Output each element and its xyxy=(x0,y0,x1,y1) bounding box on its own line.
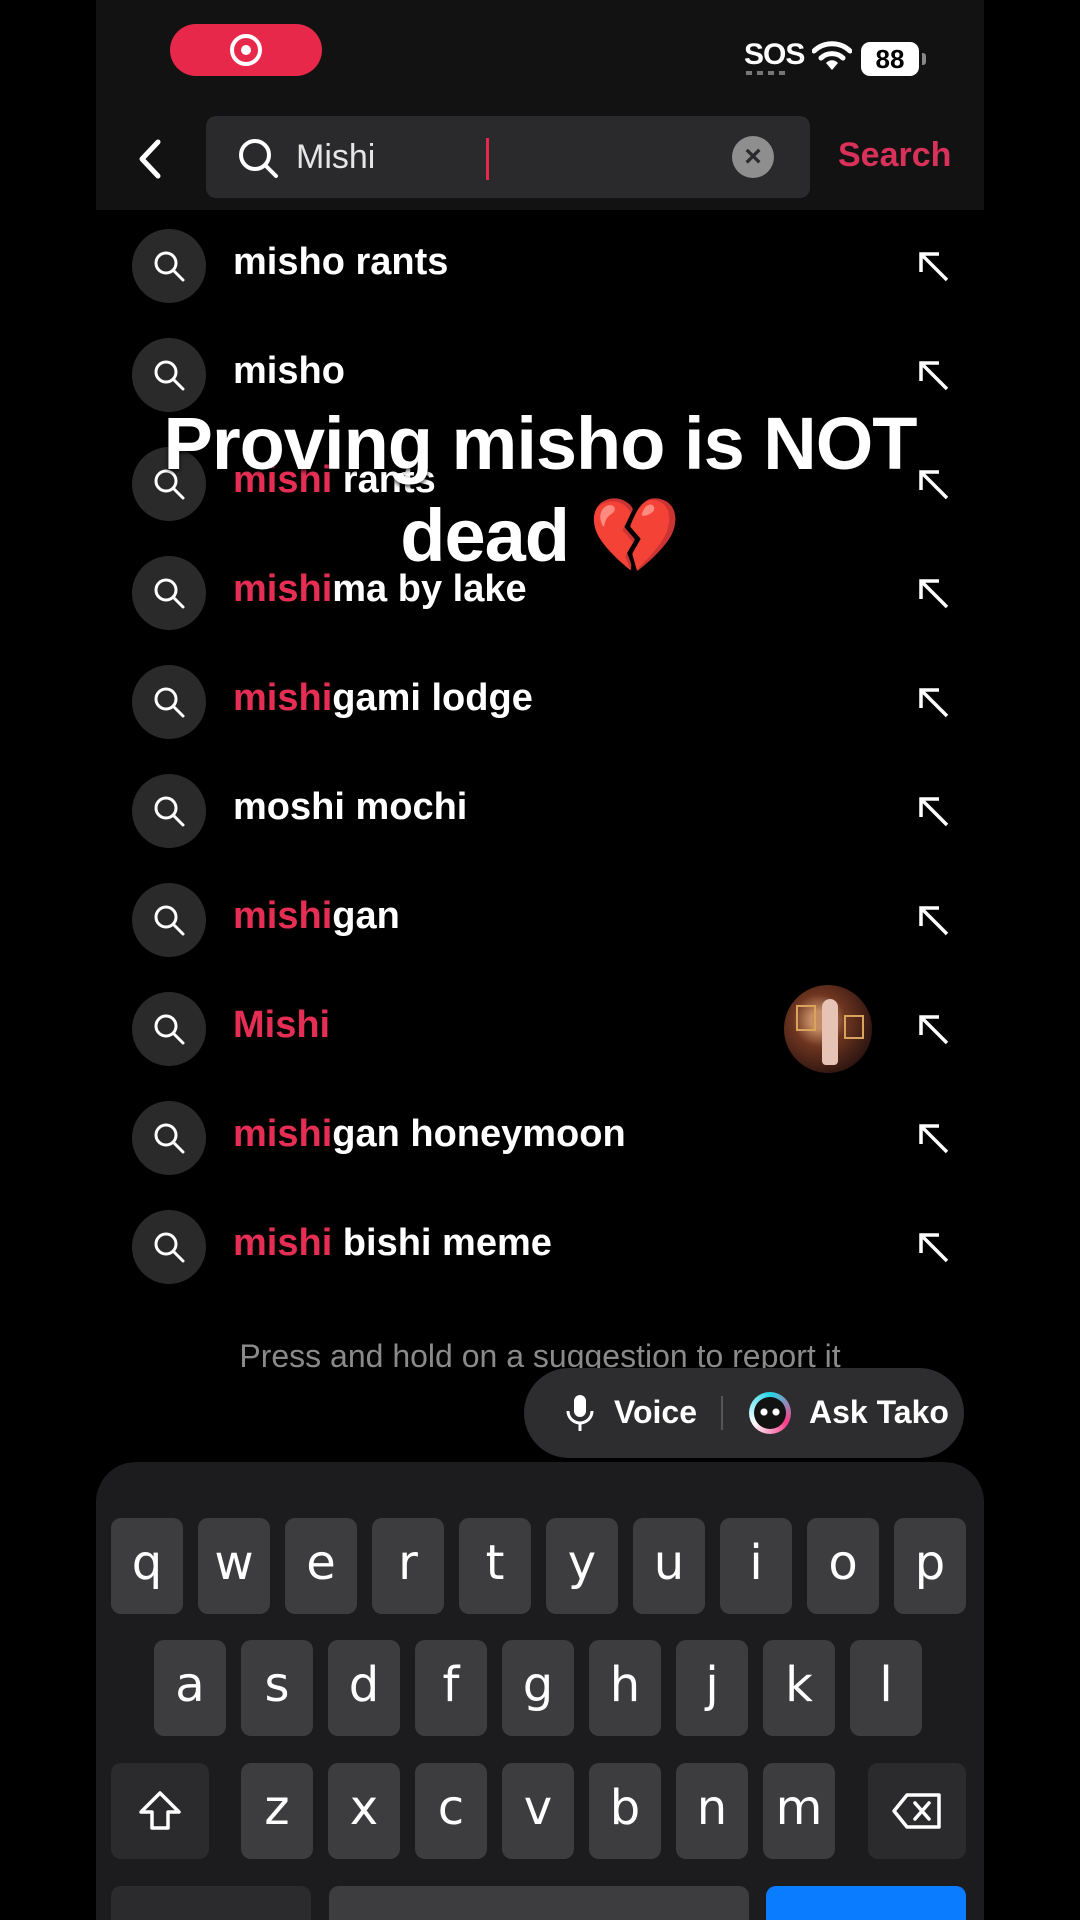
status-bar: SOS 88 xyxy=(96,0,984,110)
suggestion-text: mishigami lodge xyxy=(233,677,533,719)
search-header: Mishi × Search xyxy=(96,110,984,210)
suggestion-item[interactable]: misho rants xyxy=(96,211,984,320)
suggestion-item[interactable]: mishi bishi meme xyxy=(96,1192,984,1301)
signal-dots-icon xyxy=(746,71,790,75)
caption-line-1: Proving misho is NOT xyxy=(163,402,918,485)
key-m[interactable]: m xyxy=(763,1763,835,1859)
search-icon xyxy=(132,992,206,1066)
key-j[interactable]: j xyxy=(676,1640,748,1736)
key-v[interactable]: v xyxy=(502,1763,574,1859)
keyboard: q w e r t y u i o p a s d f g h j k l z … xyxy=(96,1462,984,1920)
search-icon xyxy=(132,1210,206,1284)
arrow-up-left-icon[interactable] xyxy=(913,682,953,722)
key-p[interactable]: p xyxy=(894,1518,966,1614)
number-toggle-key[interactable] xyxy=(111,1886,311,1920)
shift-key[interactable] xyxy=(111,1763,209,1859)
key-i[interactable]: i xyxy=(720,1518,792,1614)
arrow-up-left-icon[interactable] xyxy=(913,246,953,286)
battery-level: 88 xyxy=(861,42,926,76)
key-c[interactable]: c xyxy=(415,1763,487,1859)
microphone-icon[interactable] xyxy=(564,1393,596,1433)
suggestion-text: mishigan honeymoon xyxy=(233,1113,626,1155)
key-y[interactable]: y xyxy=(546,1518,618,1614)
divider xyxy=(721,1396,723,1430)
chevron-left-icon[interactable] xyxy=(130,134,170,184)
clear-icon[interactable]: × xyxy=(732,136,774,178)
key-e[interactable]: e xyxy=(285,1518,357,1614)
report-hint: Press and hold on a suggestion to report… xyxy=(239,1338,841,1372)
key-u[interactable]: u xyxy=(633,1518,705,1614)
key-a[interactable]: a xyxy=(154,1640,226,1736)
backspace-icon xyxy=(892,1793,941,1829)
key-b[interactable]: b xyxy=(589,1763,661,1859)
suggestion-item[interactable]: mishigan honeymoon xyxy=(96,1083,984,1192)
backspace-key[interactable] xyxy=(868,1763,966,1859)
arrow-up-left-icon[interactable] xyxy=(913,1227,953,1267)
caption-line-2: dead 💔 xyxy=(400,494,680,577)
ask-tako-button[interactable]: Ask Tako xyxy=(809,1394,949,1431)
search-button[interactable]: Search xyxy=(838,136,951,175)
search-icon xyxy=(132,229,206,303)
video-caption-overlay: Proving misho is NOT dead 💔 xyxy=(96,398,984,582)
arrow-up-left-icon[interactable] xyxy=(913,900,953,940)
key-f[interactable]: f xyxy=(415,1640,487,1736)
key-g[interactable]: g xyxy=(502,1640,574,1736)
search-icon xyxy=(132,774,206,848)
record-icon xyxy=(230,34,262,66)
arrow-up-left-icon[interactable] xyxy=(913,1009,953,1049)
arrow-up-left-icon[interactable] xyxy=(913,355,953,395)
arrow-up-left-icon[interactable] xyxy=(913,1118,953,1158)
suggestion-text: Mishi xyxy=(233,1004,331,1046)
suggestion-text: mishigan xyxy=(233,895,400,937)
suggestion-text: moshi mochi xyxy=(233,786,468,828)
screen-recording-indicator[interactable] xyxy=(170,24,322,76)
suggestion-item[interactable]: mishigami lodge xyxy=(96,647,984,756)
suggestion-text: misho rants xyxy=(233,241,449,283)
arrow-up-left-icon[interactable] xyxy=(913,791,953,831)
key-d[interactable]: d xyxy=(328,1640,400,1736)
key-k[interactable]: k xyxy=(763,1640,835,1736)
assistant-bar: Voice Ask Tako xyxy=(524,1368,964,1458)
key-x[interactable]: x xyxy=(328,1763,400,1859)
suggestion-thumbnail xyxy=(784,985,872,1073)
suggestion-item[interactable]: Mishi xyxy=(96,974,984,1083)
key-q[interactable]: q xyxy=(111,1518,183,1614)
key-h[interactable]: h xyxy=(589,1640,661,1736)
key-w[interactable]: w xyxy=(198,1518,270,1614)
key-n[interactable]: n xyxy=(676,1763,748,1859)
search-field[interactable]: Mishi × xyxy=(206,116,810,198)
wifi-icon xyxy=(812,41,852,70)
tako-eyes xyxy=(760,1408,780,1416)
search-key[interactable] xyxy=(766,1886,966,1920)
search-icon xyxy=(239,139,278,178)
key-s[interactable]: s xyxy=(241,1640,313,1736)
search-input[interactable]: Mishi xyxy=(296,132,375,182)
suggestion-item[interactable]: moshi mochi xyxy=(96,756,984,865)
key-t[interactable]: t xyxy=(459,1518,531,1614)
suggestion-item[interactable]: mishigan xyxy=(96,865,984,974)
text-cursor xyxy=(486,138,489,180)
key-l[interactable]: l xyxy=(850,1640,922,1736)
voice-button[interactable]: Voice xyxy=(614,1394,697,1431)
suggestion-text: misho xyxy=(233,350,345,392)
key-r[interactable]: r xyxy=(372,1518,444,1614)
shift-arrow-icon xyxy=(139,1791,181,1830)
search-icon xyxy=(132,883,206,957)
search-icon xyxy=(132,665,206,739)
sos-indicator: SOS xyxy=(744,38,805,71)
search-icon xyxy=(132,1101,206,1175)
phone-screen: SOS 88 Mishi × Search misho rants misho … xyxy=(96,0,984,1920)
key-z[interactable]: z xyxy=(241,1763,313,1859)
space-key[interactable] xyxy=(329,1886,749,1920)
key-o[interactable]: o xyxy=(807,1518,879,1614)
suggestion-text: mishi bishi meme xyxy=(233,1222,552,1264)
